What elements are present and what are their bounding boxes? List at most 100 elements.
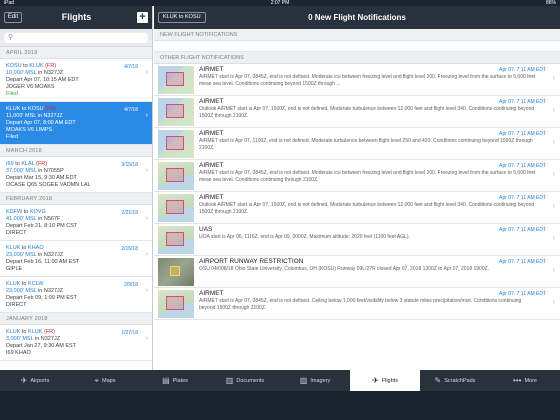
altitude-line: 10,000' MSL in N327JZ bbox=[6, 70, 138, 77]
tab-plates[interactable]: ▤ Plates bbox=[140, 370, 210, 391]
tab-label: Plates bbox=[172, 377, 188, 384]
notification-body: AIRMET start is Apr 07, 0845Z, end is no… bbox=[199, 170, 536, 183]
section-header: JANUARY 2018 bbox=[0, 313, 152, 325]
altitude: 3,000' MSL bbox=[6, 336, 34, 342]
notification-title: AIRMET bbox=[199, 194, 224, 201]
more-icon: ••• bbox=[513, 376, 522, 385]
tab-documents[interactable]: ▥ Documents bbox=[210, 370, 280, 391]
tab-airports[interactable]: ✈ Airports bbox=[0, 370, 70, 391]
notification-row[interactable]: UAS Apr 07, 7:11 AM EDT UOA start is Apr 0… bbox=[154, 224, 560, 256]
flight-row[interactable]: KLUK to KOSU (FR) 11,000' MSL in N327JZ De… bbox=[0, 102, 152, 145]
flight-list: APRIL 2018 KOSU to KLUK (FR) 10,000' MSL i… bbox=[0, 47, 152, 361]
add-flight-button[interactable]: + bbox=[137, 12, 148, 23]
advisory-area bbox=[166, 104, 184, 118]
destination: KLUK bbox=[29, 63, 44, 69]
imagery-icon: ▨ bbox=[299, 376, 308, 385]
flight-row[interactable]: KLUK to KLUK (FR) 3,000' MSL in N327JZ Dep… bbox=[0, 325, 152, 361]
altitude: 11,000' MSL bbox=[6, 113, 37, 119]
map-thumbnail bbox=[158, 162, 194, 190]
section-header: MARCH 2018 bbox=[0, 145, 152, 157]
notification-row[interactable]: AIRMET Apr 07, 7:11 AM EDT Outlook AIRMET … bbox=[154, 192, 560, 224]
aircraft-tail: N327JZ bbox=[43, 252, 64, 258]
notification-body: AIRMET start is Apr 07, 0845Z, end is no… bbox=[199, 298, 522, 311]
map-thumbnail bbox=[158, 194, 194, 222]
tab-imagery[interactable]: ▨ Imagery bbox=[280, 370, 350, 391]
notification-row[interactable]: AIRMET Apr 07, 7:11 AM EDT AIRMET start is… bbox=[154, 288, 560, 320]
flight-row[interactable]: KLUK to KCLW 23,000' MSL in N327JZ Depart… bbox=[0, 277, 152, 313]
other-notifications-header: OTHER FLIGHT NOTIFICATIONS bbox=[154, 52, 560, 64]
tab-label: Documents bbox=[236, 377, 265, 384]
notification-time: Apr 07, 7:11 AM EDT bbox=[499, 163, 546, 169]
flights-list-pane: Edit Flights + ⚲ APRIL 2018 KOSU to KLUK … bbox=[0, 6, 153, 370]
search-input[interactable] bbox=[16, 33, 136, 43]
route-string: JOGER V6 MOAKS bbox=[6, 84, 55, 90]
flight-row[interactable]: KOSU to KLUK (FR) 10,000' MSL in N327JZ De… bbox=[0, 59, 152, 102]
tab-flights[interactable]: ✈ Flights bbox=[350, 370, 420, 391]
flight-row[interactable]: KLUK to KHAO 23,000' MSL in N327JZ Depart… bbox=[0, 241, 152, 277]
flights-header: Edit Flights + bbox=[0, 6, 152, 29]
altitude-line: 41,000' MSL in N567F bbox=[6, 216, 138, 223]
flight-date: 2/9/18 bbox=[124, 282, 138, 288]
aircraft-tail: N327JZ bbox=[40, 336, 61, 342]
chevron-right-icon: › bbox=[145, 335, 148, 342]
notification-title: AIRMET bbox=[199, 130, 224, 137]
in-word: in bbox=[38, 168, 43, 174]
tab-maps[interactable]: ⌖ Maps bbox=[70, 370, 140, 391]
advisory-area bbox=[166, 72, 184, 86]
origin: KOSU bbox=[6, 63, 22, 69]
tab-scratchpads[interactable]: ✎ ScratchPads bbox=[420, 370, 490, 391]
flight-route-line: KDFW to KOVG bbox=[6, 209, 138, 216]
flight-date: 4/7/18 bbox=[124, 64, 138, 70]
advisory-area bbox=[166, 168, 184, 182]
destination: KCLW bbox=[28, 281, 44, 287]
notification-row[interactable]: AIRMET Apr 07, 7:11 AM EDT Outlook AIRMET … bbox=[154, 96, 560, 128]
notification-title: AIRMET bbox=[199, 98, 224, 105]
flight-route-line: KLUK to KCLW bbox=[6, 281, 138, 288]
flight-route-line: KLUK to KOSU (FR) bbox=[6, 106, 138, 113]
flight-row[interactable]: I69 to KLAL (FR) 37,000' MSL in N7055P Dep… bbox=[0, 157, 152, 193]
section-header: FEBRUARY 2018 bbox=[0, 193, 152, 205]
flight-rules: (FR) bbox=[45, 63, 57, 69]
flight-date: 4/7/18 bbox=[124, 107, 138, 113]
notification-body: OSU 04/008/18 Ohio State University, Col… bbox=[199, 266, 490, 272]
search-box[interactable]: ⚲ bbox=[4, 33, 148, 43]
notification-body: UOA start is Apr 06, 1116Z, end is Apr 0… bbox=[199, 234, 410, 240]
chevron-right-icon: › bbox=[552, 139, 555, 146]
in-word: in bbox=[38, 288, 43, 294]
flight-date: 2/21/18 bbox=[121, 210, 138, 216]
notification-row[interactable]: AIRMET Apr 07, 7:11 AM EDT AIRMET start is… bbox=[154, 160, 560, 192]
altitude: 37,000' MSL bbox=[6, 168, 37, 174]
in-word: in bbox=[38, 216, 43, 222]
new-notifications-empty bbox=[154, 41, 560, 52]
notification-title: UAS bbox=[199, 226, 213, 233]
notification-time: Apr 07, 7:11 AM EDT bbox=[499, 131, 546, 137]
notification-time: Apr 07, 7:11 AM EDT bbox=[499, 99, 546, 105]
tab-label: More bbox=[524, 377, 537, 384]
destination: KHAO bbox=[28, 245, 44, 251]
tab-label: Maps bbox=[102, 377, 116, 384]
to-word: to bbox=[21, 245, 27, 251]
notification-row[interactable]: AIRMET Apr 07, 7:11 AM EDT AIRMET start is… bbox=[154, 128, 560, 160]
flight-row[interactable]: KDFW to KOVG 41,000' MSL in N567F Depart … bbox=[0, 205, 152, 241]
aircraft-tail: N327JZ bbox=[43, 70, 64, 76]
route-string: I69 KHAO bbox=[6, 350, 31, 356]
notification-time: Apr 07, 7:11 AM EDT bbox=[499, 195, 546, 201]
notification-row[interactable]: AIRMET Apr 07, 7:11 AM EDT AIRMET start is… bbox=[154, 64, 560, 96]
documents-icon: ▥ bbox=[225, 376, 234, 385]
origin: KLUK bbox=[6, 245, 21, 251]
notification-time: Apr 07, 7:11 AM EDT bbox=[499, 291, 546, 297]
airports-icon: ✈ bbox=[20, 376, 28, 385]
origin: I69 bbox=[6, 161, 14, 167]
origin: KDFW bbox=[6, 209, 23, 215]
notifications-header: KLUK to KOSU 0 New Flight Notifications bbox=[154, 6, 560, 29]
chevron-right-icon: › bbox=[145, 287, 148, 294]
aircraft-tail: N567F bbox=[43, 216, 61, 222]
altitude-line: 23,000' MSL in N327JZ bbox=[6, 288, 138, 295]
origin: KLUK bbox=[6, 106, 21, 112]
notification-row[interactable]: AIRPORT RUNWAY RESTRICTION Apr 07, 7:11 A… bbox=[154, 256, 560, 288]
altitude: 23,000' MSL bbox=[6, 288, 37, 294]
tab-more[interactable]: ••• More bbox=[490, 370, 560, 391]
departure-time: Depart Apr 07, 10:15 AM EDT bbox=[6, 77, 79, 83]
departure-time: Depart Feb 21, 8:10 PM CST bbox=[6, 223, 78, 229]
chevron-right-icon: › bbox=[552, 235, 555, 242]
